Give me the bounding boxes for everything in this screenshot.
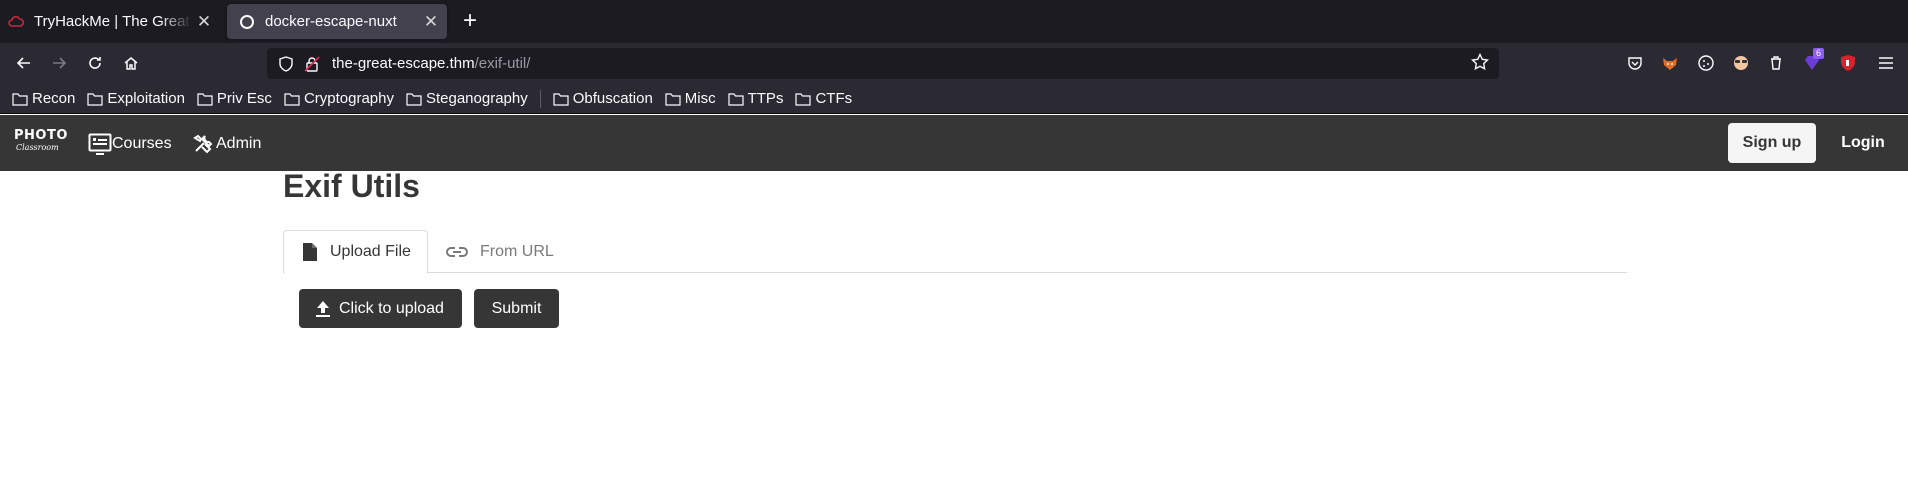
bookmark-cryptography[interactable]: Cryptography	[284, 90, 394, 107]
bookmark-obfuscation[interactable]: Obfuscation	[553, 90, 653, 107]
bookmark-label: CTFs	[815, 90, 853, 107]
shield-icon[interactable]	[276, 54, 296, 74]
url-text: the-great-escape.thm/exif-util/	[332, 55, 530, 72]
upload-button-label: Click to upload	[339, 299, 444, 317]
tab-from-url-label: From URL	[480, 242, 554, 260]
bookmark-exploitation[interactable]: Exploitation	[87, 90, 185, 107]
bookmark-priv-esc[interactable]: Priv Esc	[197, 90, 272, 107]
bookmark-label: Recon	[32, 90, 76, 107]
logo-line2: Classroom	[16, 143, 59, 152]
url-path: /exif-util/	[474, 55, 531, 72]
bookmark-label: Priv Esc	[216, 90, 272, 107]
tab-from-url[interactable]: From URL	[446, 230, 554, 273]
bookmark-label: Cryptography	[303, 90, 394, 107]
ublock-shield-icon[interactable]	[1837, 52, 1859, 74]
bookmark-ttps[interactable]: TTPs	[728, 90, 784, 107]
folder-icon	[553, 92, 569, 106]
bookmark-star-icon[interactable]	[1470, 52, 1491, 73]
extension-badge-count: 6	[1813, 48, 1825, 59]
click-to-upload-button[interactable]: Click to upload	[299, 289, 462, 328]
upload-tabs: Upload File From URL	[283, 230, 1627, 274]
new-tab-plus-icon[interactable]: +	[456, 7, 484, 35]
browser-toolbar: the-great-escape.thm/exif-util/ 6	[0, 43, 1908, 84]
home-icon[interactable]	[117, 49, 145, 77]
close-tab-icon[interactable]: ✕	[419, 10, 443, 34]
app-navbar: PHOTO Classroom Courses Admin Sign up Lo…	[0, 115, 1908, 171]
bookmark-label: Exploitation	[107, 90, 185, 107]
cookie-icon[interactable]	[1695, 52, 1717, 74]
bookmark-recon[interactable]: Recon	[12, 90, 75, 107]
insecure-lock-icon[interactable]	[302, 54, 322, 74]
file-icon	[303, 243, 317, 261]
folder-icon	[197, 92, 213, 106]
bookmark-misc[interactable]: Misc	[665, 90, 716, 107]
tools-icon	[193, 134, 213, 154]
folder-icon	[284, 92, 300, 106]
bookmark-label: Misc	[684, 90, 716, 107]
link-icon	[446, 246, 468, 257]
reload-icon[interactable]	[81, 49, 109, 77]
pocket-icon[interactable]	[1624, 52, 1646, 74]
logo-line1: PHOTO	[14, 128, 68, 143]
folder-icon	[795, 92, 812, 106]
browser-tab-tryhackme[interactable]: TryHackMe | The Great Escape ✕	[0, 4, 220, 39]
browser-tab-docker-escape[interactable]: docker-escape-nuxt ✕	[227, 4, 447, 39]
bookmark-label: Obfuscation	[572, 90, 653, 107]
bookmark-steganography[interactable]: Steganography	[406, 90, 528, 107]
bookmark-separator	[539, 89, 541, 108]
bookmark-label: Steganography	[425, 90, 528, 107]
nav-courses[interactable]: Courses	[88, 130, 172, 158]
hamburger-menu-icon[interactable]	[1875, 52, 1897, 74]
nav-courses-label: Courses	[112, 135, 172, 152]
folder-icon	[665, 92, 681, 106]
folder-icon	[12, 92, 28, 106]
forward-arrow-icon[interactable]	[45, 49, 73, 77]
back-arrow-icon[interactable]	[10, 49, 38, 77]
close-tab-icon[interactable]: ✕	[192, 10, 216, 34]
bookmarks-toolbar: Recon Exploitation Priv Esc Cryptography…	[0, 84, 1908, 114]
submit-button[interactable]: Submit	[474, 289, 559, 328]
bookmark-ctfs[interactable]: CTFs	[795, 90, 852, 107]
extension-badge-icon[interactable]: 6	[1801, 48, 1825, 74]
folder-icon	[728, 92, 744, 106]
foxyproxy-icon[interactable]	[1659, 52, 1681, 74]
tryhackme-cloud-icon	[8, 14, 24, 30]
courses-icon	[88, 133, 112, 155]
login-button[interactable]: Login	[1840, 123, 1886, 163]
tab-upload-file-label: Upload File	[330, 243, 411, 260]
upload-icon	[316, 300, 330, 317]
globe-icon	[239, 14, 255, 30]
nav-admin-label: Admin	[216, 135, 262, 152]
photo-classroom-logo[interactable]: PHOTO Classroom	[14, 129, 68, 159]
folder-icon	[406, 92, 422, 106]
browser-tab-strip: TryHackMe | The Great Escape ✕ docker-es…	[0, 0, 1908, 43]
address-bar[interactable]: the-great-escape.thm/exif-util/	[267, 48, 1499, 79]
tab-upload-file[interactable]: Upload File	[283, 230, 428, 274]
page-title: Exif Utils	[283, 168, 420, 204]
tab-title: TryHackMe | The Great Escape	[34, 13, 192, 30]
url-host: the-great-escape.thm	[332, 55, 475, 72]
tab-title: docker-escape-nuxt	[265, 13, 397, 30]
nav-admin[interactable]: Admin	[193, 130, 261, 158]
folder-icon	[87, 92, 103, 106]
trash-icon[interactable]	[1765, 52, 1787, 74]
wappalyzer-face-icon[interactable]	[1730, 52, 1752, 74]
bookmark-label: TTPs	[747, 90, 784, 107]
signup-button[interactable]: Sign up	[1728, 123, 1816, 163]
